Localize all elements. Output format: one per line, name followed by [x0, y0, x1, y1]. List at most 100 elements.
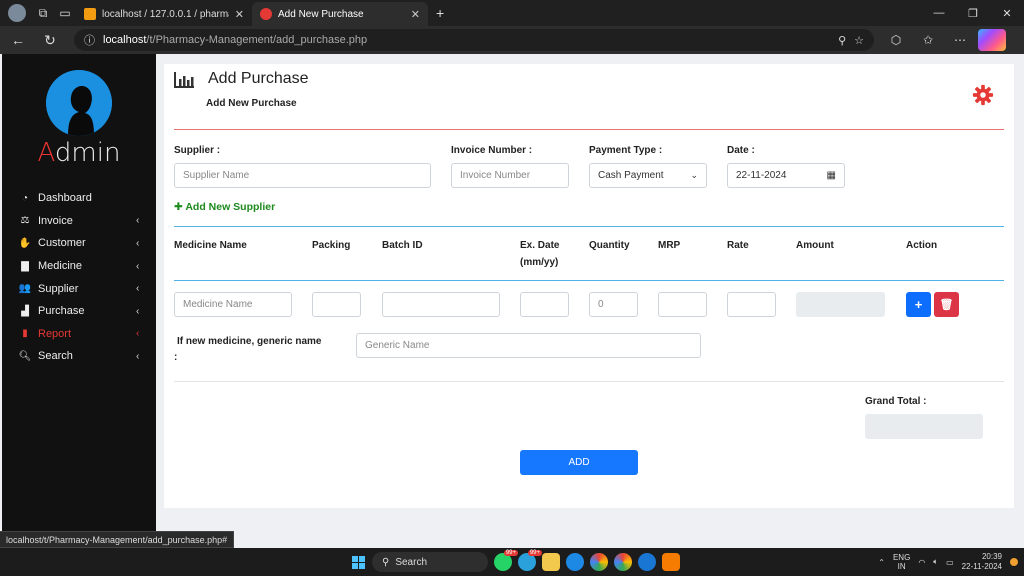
favorites-icon[interactable]: ✩ [914, 29, 942, 51]
chrome-profile-icon[interactable] [614, 553, 632, 571]
add-row-button[interactable]: + [906, 292, 931, 317]
sidebar-item-customer[interactable]: ✋ Customer ‹ [2, 232, 156, 255]
sidebar-item-report[interactable]: ▮ Report ‹ [2, 323, 156, 346]
sidebar-item-label: Dashboard [38, 192, 92, 205]
clock[interactable]: 20:39 22-11-2024 [962, 552, 1002, 572]
zoom-icon[interactable]: ⚲ [838, 34, 846, 47]
file-explorer-icon[interactable] [542, 553, 560, 571]
url-host: localhost [103, 34, 147, 46]
tab-title: Add New Purchase [278, 8, 364, 20]
workspaces-icon[interactable]: ⧉ [32, 2, 54, 24]
notification-badge: 99+ [527, 550, 542, 556]
chrome-icon[interactable] [590, 553, 608, 571]
sidebar-item-medicine[interactable]: ▇ Medicine ‹ [2, 255, 156, 278]
rate-input[interactable] [727, 292, 776, 317]
grand-total-divider [174, 381, 1004, 382]
add-new-supplier-link[interactable]: ✚ Add New Supplier [174, 201, 275, 213]
language-indicator[interactable]: ENG IN [893, 553, 910, 571]
medicine-name-input[interactable]: Medicine Name [174, 292, 292, 317]
payment-type-select[interactable]: Cash Payment ⌄ [589, 163, 707, 188]
sidebar-item-search[interactable]: 🔍︎ Search ‹ [2, 345, 156, 368]
refresh-icon[interactable]: ↻ [36, 28, 64, 52]
close-tab-icon[interactable]: ✕ [235, 8, 244, 21]
copilot-icon[interactable] [978, 29, 1006, 51]
chevron-left-icon: ‹ [136, 260, 140, 272]
generic-name-input[interactable]: Generic Name [356, 333, 701, 358]
supplier-name-input[interactable]: Supplier Name [174, 163, 431, 188]
quantity-input[interactable]: 0 [589, 292, 638, 317]
close-window-icon[interactable]: ✕ [990, 0, 1024, 26]
delete-row-button[interactable]: 🗑︎ [934, 292, 959, 317]
address-bar: ← ↻ ⓘ localhost/t/Pharmacy-Management/ad… [0, 26, 1024, 54]
book-icon: ▮ [22, 328, 28, 340]
main-panel: Add Purchase Add New Purchase Supplier :… [164, 64, 1014, 508]
col-header-mrp: MRP [658, 240, 681, 251]
supplier-label: Supplier : [174, 145, 221, 156]
back-icon[interactable]: ← [4, 28, 32, 52]
favorite-star-icon[interactable]: ☆ [854, 34, 864, 47]
extensions-icon[interactable]: ⬡ [882, 29, 910, 51]
xampp-icon[interactable] [662, 553, 680, 571]
balance-scale-icon: ⚖ [20, 215, 30, 227]
phpmyadmin-icon [84, 8, 96, 20]
browser-app-icon[interactable] [638, 553, 656, 571]
page-viewport: Admin ◔ Dashboard ⚖ Invoice ‹ ✋ Customer… [0, 54, 1024, 548]
mrp-input[interactable] [658, 292, 707, 317]
chevron-left-icon: ‹ [136, 305, 140, 317]
battery-icon[interactable]: ▭ [946, 558, 954, 567]
chevron-down-icon: ⌄ [690, 170, 698, 180]
pharmacy-favicon-icon [260, 8, 272, 20]
bar-chart-icon: ▟ [21, 305, 29, 317]
taskbar-search-label: Search [395, 556, 428, 568]
taskbar-search[interactable]: ⚲ Search [372, 552, 488, 572]
calendar-icon[interactable]: ▦ [827, 170, 836, 181]
language-code: ENG [892, 553, 911, 562]
chevron-up-icon[interactable]: ⌃ [878, 558, 885, 567]
sidebar-item-dashboard[interactable]: ◔ Dashboard [2, 187, 156, 210]
ex-date-input[interactable] [520, 292, 569, 317]
payment-type-value: Cash Payment [598, 170, 664, 181]
sidebar-item-purchase[interactable]: ▟ Purchase ‹ [2, 300, 156, 323]
batch-id-input[interactable] [382, 292, 500, 317]
sidebar-item-invoice[interactable]: ⚖ Invoice ‹ [2, 210, 156, 233]
invoice-number-input[interactable]: Invoice Number [451, 163, 569, 188]
status-url-tooltip: localhost/t/Pharmacy-Management/add_purc… [0, 531, 235, 548]
date-label: Date : [727, 145, 755, 156]
restore-icon[interactable]: ❐ [956, 0, 990, 26]
table-top-divider [174, 226, 1004, 227]
close-tab-icon[interactable]: ✕ [411, 8, 420, 21]
telegram-icon[interactable]: 99+ [518, 550, 542, 571]
grand-total-label: Grand Total : [865, 396, 927, 407]
tab-add-new-purchase[interactable]: Add New Purchase ✕ [252, 2, 428, 26]
admin-avatar-icon [46, 70, 112, 136]
tab-actions-icon[interactable]: ▭ [54, 2, 76, 24]
packing-input[interactable] [312, 292, 361, 317]
col-header-action: Action [906, 240, 938, 251]
dashboard-icon: ◔ [21, 192, 29, 204]
generic-name-label: If new medicine, generic name [177, 336, 322, 347]
whatsapp-icon[interactable]: 99+ [494, 550, 518, 571]
new-tab-icon[interactable]: + [436, 5, 444, 21]
profile-avatar[interactable] [8, 4, 26, 22]
date-input[interactable]: 22-11-2024 ▦ [727, 163, 845, 188]
amount-field [796, 292, 885, 317]
plus-icon: ✚ [174, 201, 183, 213]
invoice-number-label: Invoice Number : [451, 145, 533, 156]
notification-icon[interactable] [1010, 558, 1018, 566]
add-purchase-button[interactable]: ADD [520, 450, 638, 475]
tab-phpmyadmin[interactable]: localhost / 127.0.0.1 / pharmacy / ✕ [76, 2, 252, 26]
clock-date: 22-11-2024 [961, 562, 1002, 571]
col-header-medicine-name: Medicine Name [174, 240, 247, 251]
gear-icon[interactable] [972, 84, 994, 106]
site-info-icon[interactable]: ⓘ [84, 32, 95, 48]
sidebar-item-supplier[interactable]: 👥 Supplier ‹ [2, 277, 156, 300]
volume-icon[interactable]: 🔈︎ [933, 557, 938, 567]
url-input[interactable]: ⓘ localhost/t/Pharmacy-Management/add_pu… [74, 29, 874, 51]
edge-browser-icon[interactable] [566, 553, 584, 571]
page-subtitle: Add New Purchase [206, 98, 297, 109]
tab-title: localhost / 127.0.0.1 / pharmacy / [102, 8, 229, 20]
minimize-icon[interactable]: — [922, 0, 956, 26]
windows-start-icon[interactable] [352, 556, 365, 569]
more-options-icon[interactable]: ⋯ [946, 29, 974, 51]
wifi-icon[interactable]: ◠ [918, 558, 925, 567]
